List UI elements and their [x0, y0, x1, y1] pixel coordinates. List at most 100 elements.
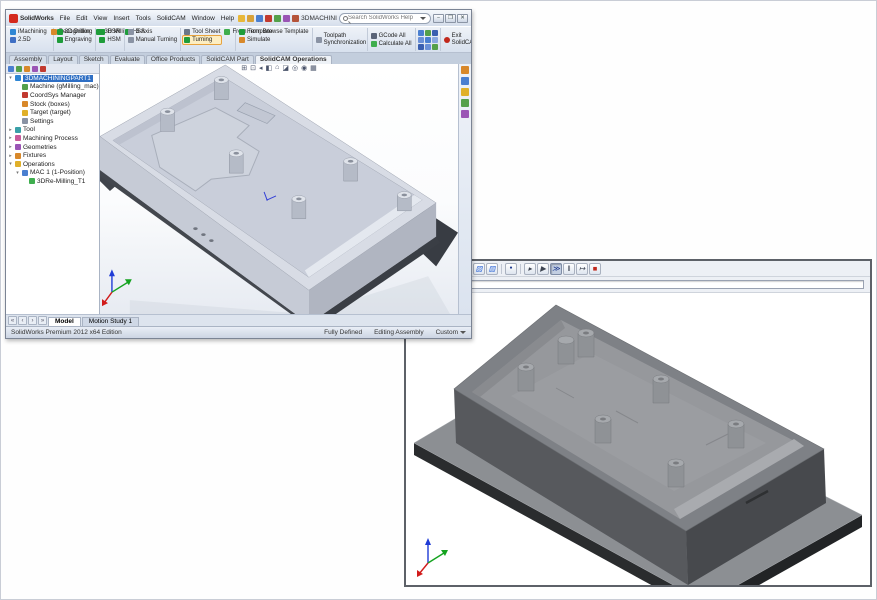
- tab-assembly[interactable]: Assembly: [9, 55, 47, 64]
- tab-model[interactable]: Model: [48, 317, 81, 326]
- step-back-icon[interactable]: ▸: [524, 263, 536, 275]
- appearances-pane-icon[interactable]: [461, 99, 469, 107]
- machine-sim-icon[interactable]: [432, 44, 438, 50]
- help-search-box[interactable]: [339, 13, 431, 24]
- machine-sim-icon[interactable]: [418, 30, 424, 36]
- custom-properties-icon[interactable]: [461, 110, 469, 118]
- close-button[interactable]: ✕: [457, 14, 468, 23]
- simulation-progress-bar[interactable]: [464, 280, 864, 289]
- graphics-viewport[interactable]: ⊞ ⊡ ◂ ◧ ⌂ ◪ ◎ ◉ ▦: [100, 64, 458, 314]
- calculate-all-button[interactable]: Calculate All: [370, 40, 413, 48]
- tree-item-cam-part[interactable]: ▾3DMACHININGPART1: [6, 74, 99, 83]
- engraving-button[interactable]: Engraving: [56, 36, 94, 44]
- tree-item-coordsys[interactable]: CoordSys Manager: [6, 91, 99, 100]
- gcode-all-button[interactable]: GCode All: [370, 32, 413, 40]
- rebuild-icon[interactable]: [283, 15, 290, 22]
- simulation-viewport[interactable]: [406, 293, 870, 585]
- tree-expander[interactable]: ▾: [8, 161, 13, 167]
- options-icon[interactable]: [292, 15, 299, 22]
- tree-expander[interactable]: ▸: [8, 127, 13, 133]
- machine-sim-icon[interactable]: [418, 44, 424, 50]
- tree-item-stock[interactable]: Stock (boxes): [6, 100, 99, 109]
- turbo-icon[interactable]: ≫: [550, 263, 562, 275]
- tab-evaluate[interactable]: Evaluate: [110, 55, 145, 64]
- display-tab-icon[interactable]: [40, 66, 46, 72]
- data-point-icon[interactable]: ●: [505, 263, 517, 275]
- menu-view[interactable]: View: [91, 15, 109, 22]
- tab-solidcam-operations[interactable]: SolidCAM Operations: [255, 55, 332, 64]
- solidworks-resources-icon[interactable]: [461, 66, 469, 74]
- tree-item-operations[interactable]: ▾Operations: [6, 160, 99, 169]
- file-explorer-icon[interactable]: [461, 88, 469, 96]
- display-style-icon[interactable]: ◪: [282, 64, 289, 72]
- tree-item-settings[interactable]: Settings: [6, 117, 99, 126]
- dimxpert-tab-icon[interactable]: [32, 66, 38, 72]
- toolpath-sync-button[interactable]: Toolpath Synchronization: [315, 33, 365, 47]
- save-icon[interactable]: [256, 15, 263, 22]
- tree-item-tool[interactable]: ▸Tool: [6, 126, 99, 135]
- tree-item-machine[interactable]: Machine (gMilling_mac): [6, 83, 99, 92]
- search-input[interactable]: [348, 15, 418, 21]
- zoom-area-icon[interactable]: ⊡: [250, 64, 256, 72]
- tree-item-mac1[interactable]: ▾MAC 1 (1-Position): [6, 169, 99, 178]
- menu-help[interactable]: Help: [219, 15, 236, 22]
- menu-solidcam[interactable]: SolidCAM: [155, 15, 188, 22]
- pause-icon[interactable]: ‖: [563, 263, 575, 275]
- minimize-button[interactable]: −: [433, 14, 444, 23]
- scroll-next-button[interactable]: ›: [28, 316, 37, 325]
- tree-item-target[interactable]: Target (target): [6, 108, 99, 117]
- hide-show-icon[interactable]: ◎: [292, 64, 298, 72]
- tree-expander[interactable]: ▸: [8, 144, 13, 150]
- scroll-prev-button[interactable]: ‹: [18, 316, 27, 325]
- tab-layout[interactable]: Layout: [48, 55, 78, 64]
- turning-button[interactable]: Turning: [183, 36, 221, 44]
- design-library-icon[interactable]: [461, 77, 469, 85]
- tab-sketch[interactable]: Sketch: [79, 55, 109, 64]
- tree-item-fixtures[interactable]: ▸Fixtures: [6, 151, 99, 160]
- property-tab-icon[interactable]: [16, 66, 22, 72]
- previous-view-icon[interactable]: ◂: [259, 64, 263, 72]
- show-machine-icon[interactable]: ▨: [486, 263, 498, 275]
- feature-tree-tab-icon[interactable]: [8, 66, 14, 72]
- show-holder-icon[interactable]: ▧: [473, 263, 485, 275]
- tab-office-products[interactable]: Office Products: [146, 55, 200, 64]
- configuration-tab-icon[interactable]: [24, 66, 30, 72]
- view-orientation-icon[interactable]: ⌂: [275, 64, 279, 72]
- new-document-icon[interactable]: [238, 15, 245, 22]
- scroll-first-button[interactable]: «: [8, 316, 17, 325]
- menu-edit[interactable]: Edit: [74, 15, 89, 22]
- machine-sim-icon[interactable]: [425, 37, 431, 43]
- tab-motion-study[interactable]: Motion Study 1: [82, 317, 139, 326]
- section-view-icon[interactable]: ◧: [265, 64, 272, 72]
- tree-expander[interactable]: ▾: [15, 170, 20, 176]
- machine-sim-icon[interactable]: [425, 44, 431, 50]
- menu-window[interactable]: Window: [190, 15, 217, 22]
- menu-insert[interactable]: Insert: [111, 15, 131, 22]
- menu-tools[interactable]: Tools: [134, 15, 153, 22]
- 3d-drilling-button[interactable]: 3D Drilling: [56, 28, 94, 36]
- maximize-button[interactable]: ❐: [445, 14, 456, 23]
- run-icon[interactable]: ▶: [537, 263, 549, 275]
- machine-sim-icon[interactable]: [425, 30, 431, 36]
- forward-icon[interactable]: ↦: [576, 263, 588, 275]
- 3-axis-button[interactable]: 3-Axis: [127, 28, 178, 36]
- hsm-button[interactable]: HSM: [98, 36, 121, 44]
- search-dropdown-icon[interactable]: [420, 17, 426, 20]
- tree-expander[interactable]: ▾: [8, 75, 13, 81]
- zoom-fit-icon[interactable]: ⊞: [241, 64, 247, 72]
- machine-sim-icon[interactable]: [418, 37, 424, 43]
- 2-5d-button[interactable]: 2.5D: [9, 36, 48, 44]
- open-icon[interactable]: [247, 15, 254, 22]
- imachining-button[interactable]: iMachining: [9, 28, 48, 36]
- machine-sim-icon[interactable]: [432, 37, 438, 43]
- tree-item-machining-process[interactable]: ▸Machining Process: [6, 134, 99, 143]
- tree-expander[interactable]: ▸: [8, 153, 13, 159]
- exit-solidcam-button[interactable]: Exit SolidCAM: [443, 33, 471, 47]
- menu-file[interactable]: File: [58, 15, 72, 22]
- undo-icon[interactable]: [274, 15, 281, 22]
- appearances-icon[interactable]: ◉: [301, 64, 307, 72]
- tree-expander[interactable]: ▸: [8, 135, 13, 141]
- stop-icon[interactable]: ■: [589, 263, 601, 275]
- tree-item-milling-op[interactable]: 3DRe-Milling_T1: [6, 177, 99, 186]
- tab-solidcam-part[interactable]: SolidCAM Part: [201, 55, 254, 64]
